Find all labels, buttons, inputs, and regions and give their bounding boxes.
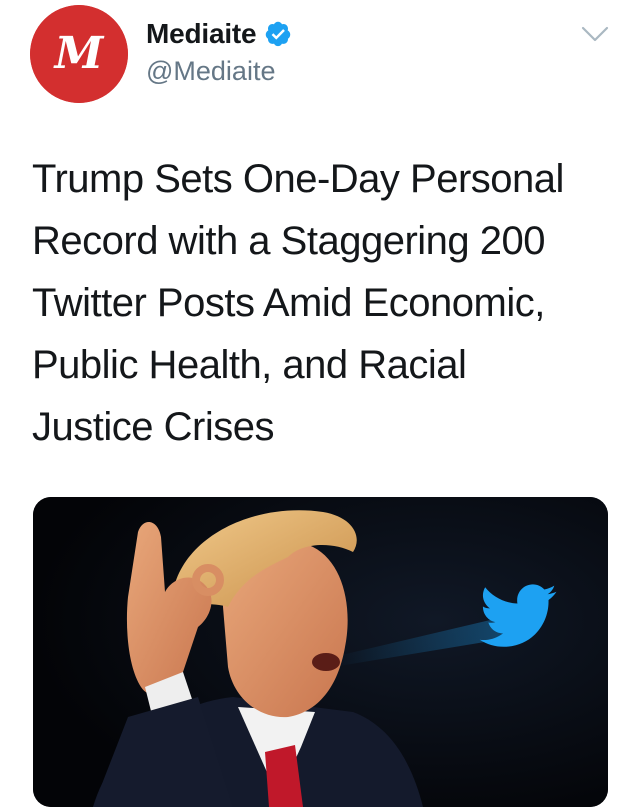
tweet: M Mediaite @Mediaite Trump Sets One-Day …: [0, 0, 640, 807]
tweet-text: Trump Sets One-Day Personal Record with …: [32, 157, 564, 449]
avatar-letter: M: [53, 28, 105, 79]
name-row: Mediaite: [146, 18, 292, 50]
avatar[interactable]: M: [30, 5, 128, 103]
media-photo: [33, 497, 608, 807]
tweet-media-image[interactable]: [33, 497, 608, 807]
account-handle[interactable]: @Mediaite: [146, 56, 275, 87]
display-name[interactable]: Mediaite: [146, 18, 257, 50]
verified-badge-icon: [264, 20, 292, 48]
chevron-down-icon[interactable]: [578, 22, 612, 46]
mediaite-logo-icon: M: [30, 5, 128, 103]
